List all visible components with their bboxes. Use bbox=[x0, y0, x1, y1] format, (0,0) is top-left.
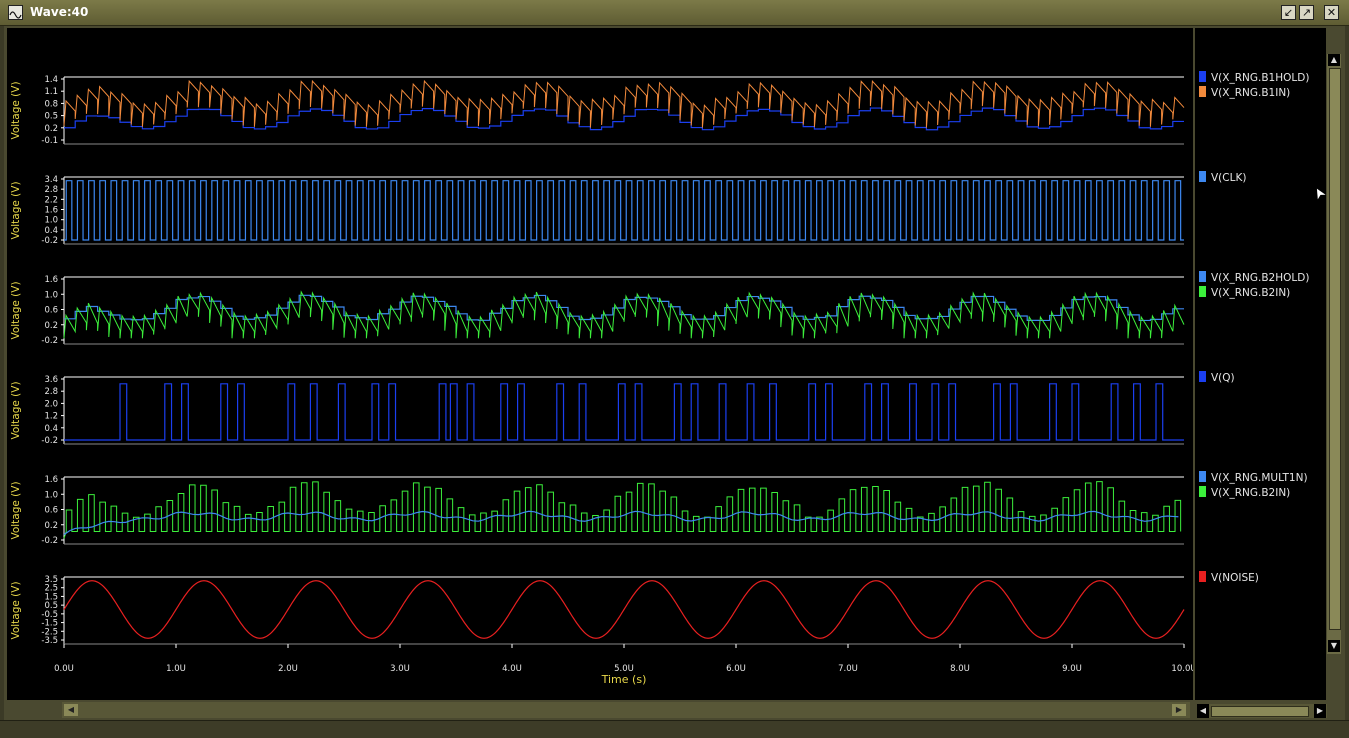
legend-item[interactable]: V(X_RNG.B2IN) bbox=[1199, 486, 1290, 499]
legend-item[interactable]: V(X_RNG.B2HOLD) bbox=[1199, 271, 1309, 284]
legend-label: V(CLK) bbox=[1211, 172, 1247, 184]
y-tick-label: -0.2 bbox=[41, 336, 58, 346]
y-tick-label: 1.1 bbox=[44, 87, 58, 97]
y-tick-label: 1.6 bbox=[44, 206, 58, 216]
y-tick-label: -0.2 bbox=[41, 536, 58, 546]
legend-swatch bbox=[1199, 171, 1206, 182]
y-tick-label: 0.8 bbox=[44, 99, 58, 109]
series-q-line bbox=[64, 383, 1184, 441]
legend-label: V(X_RNG.B2IN) bbox=[1211, 487, 1291, 499]
y-axis-label: Voltage (V) bbox=[10, 281, 22, 339]
legend-panel: V(X_RNG.B1HOLD) V(X_RNG.B1IN) V(CLK) V(X_RN… bbox=[1195, 28, 1330, 700]
title-bar[interactable]: Wave:40 ↙ ↗ ✕ bbox=[0, 0, 1349, 26]
legend-scroll-right-icon[interactable]: ▶ bbox=[1314, 704, 1326, 718]
legend-item[interactable]: V(NOISE) bbox=[1199, 571, 1259, 584]
x-tick-label: 6.0U bbox=[726, 664, 746, 674]
y-tick-label: 1.4 bbox=[44, 75, 58, 85]
legend-scroll-thumb[interactable] bbox=[1211, 706, 1309, 717]
y-tick-label: 1.0 bbox=[44, 216, 58, 226]
waveform-icon bbox=[8, 5, 23, 20]
y-axis-label: Voltage (V) bbox=[10, 381, 22, 439]
y-tick-label: 0.6 bbox=[44, 306, 58, 316]
legend-item[interactable]: V(X_RNG.B1IN) bbox=[1199, 86, 1290, 99]
y-tick-label: 2.2 bbox=[44, 195, 58, 205]
scroll-up-icon[interactable]: ▲ bbox=[1328, 54, 1340, 66]
x-tick-label: 1.0U bbox=[166, 664, 186, 674]
legend-swatch bbox=[1199, 571, 1206, 582]
legend-swatch bbox=[1199, 71, 1206, 82]
y-tick-label: 0.6 bbox=[44, 506, 58, 516]
x-tick-label: 4.0U bbox=[502, 664, 522, 674]
series-clk-line bbox=[64, 180, 1184, 241]
legend-swatch bbox=[1199, 271, 1206, 282]
scroll-right-icon[interactable]: ▶ bbox=[1172, 704, 1186, 716]
legend-swatch bbox=[1199, 286, 1206, 297]
y-tick-label: 3.6 bbox=[44, 375, 58, 385]
y-tick-label: -0.2 bbox=[41, 436, 58, 446]
y-tick-label: 1.0 bbox=[44, 490, 58, 500]
legend-label: V(X_RNG.B1IN) bbox=[1211, 87, 1291, 99]
legend-label: V(X_RNG.B2IN) bbox=[1211, 287, 1291, 299]
y-tick-label: 1.6 bbox=[44, 275, 58, 285]
y-tick-label: -0.1 bbox=[41, 136, 58, 146]
y-tick-label: 1.6 bbox=[44, 475, 58, 485]
y-axis-label: Voltage (V) bbox=[10, 581, 22, 639]
scroll-down-icon[interactable]: ▼ bbox=[1328, 640, 1340, 652]
y-tick-label: 0.5 bbox=[44, 112, 58, 122]
y-tick-label: 1.2 bbox=[44, 412, 58, 422]
y-tick-label: 0.4 bbox=[44, 424, 58, 434]
y-axis-label: Voltage (V) bbox=[10, 81, 22, 139]
y-tick-label: 2.0 bbox=[44, 399, 58, 409]
close-icon[interactable]: ✕ bbox=[1324, 5, 1339, 20]
y-tick-label: 0.2 bbox=[44, 321, 58, 331]
y-tick-label: 1.0 bbox=[44, 290, 58, 300]
x-axis-label: Time (s) bbox=[601, 673, 647, 686]
legend-swatch bbox=[1199, 471, 1206, 482]
x-tick-label: 10.0U bbox=[1171, 664, 1193, 674]
vertical-scrollbar[interactable]: ▲ ▼ bbox=[1327, 54, 1341, 654]
x-tick-label: 7.0U bbox=[838, 664, 858, 674]
legend-swatch bbox=[1199, 371, 1206, 382]
legend-swatch bbox=[1199, 86, 1206, 97]
legend-horizontal-scrollbar[interactable]: ◀ ▶ bbox=[1197, 704, 1327, 718]
y-tick-label: 2.8 bbox=[44, 387, 58, 397]
y-tick-label: -0.2 bbox=[41, 236, 58, 246]
y-tick-label: 2.8 bbox=[44, 185, 58, 195]
legend-label: V(X_RNG.B1HOLD) bbox=[1211, 72, 1310, 84]
waveform-plot-area[interactable]: Voltage (V) 1.4 1.1 0.8 0.5 0.2 -0.1 Voltage (V… bbox=[7, 28, 1197, 700]
x-tick-label: 8.0U bbox=[950, 664, 970, 674]
vertical-scroll-thumb[interactable] bbox=[1329, 68, 1341, 630]
legend-label: V(NOISE) bbox=[1211, 572, 1259, 584]
scroll-left-icon[interactable]: ◀ bbox=[64, 704, 78, 716]
y-tick-label: 0.2 bbox=[44, 521, 58, 531]
y-tick-label: -3.5 bbox=[41, 636, 58, 646]
y-axis-label: Voltage (V) bbox=[10, 181, 22, 239]
y-axis-label: Voltage (V) bbox=[10, 481, 22, 539]
legend-item[interactable]: V(X_RNG.B2IN) bbox=[1199, 286, 1290, 299]
window-title: Wave:40 bbox=[30, 5, 89, 19]
minimize-icon[interactable]: ↙ bbox=[1281, 5, 1296, 20]
legend-item[interactable]: V(X_RNG.MULT1N) bbox=[1199, 471, 1308, 484]
status-bar bbox=[0, 720, 1349, 738]
legend-item[interactable]: V(Q) bbox=[1199, 371, 1235, 384]
legend-label: V(X_RNG.MULT1N) bbox=[1211, 472, 1308, 484]
y-tick-label: 3.4 bbox=[44, 175, 58, 185]
legend-item[interactable]: V(X_RNG.B1HOLD) bbox=[1199, 71, 1309, 84]
legend-item[interactable]: V(CLK) bbox=[1199, 171, 1246, 184]
x-tick-label: 2.0U bbox=[278, 664, 298, 674]
legend-label: V(Q) bbox=[1211, 372, 1235, 384]
x-tick-label: 0.0U bbox=[54, 664, 74, 674]
legend-swatch bbox=[1199, 486, 1206, 497]
x-tick-label: 3.0U bbox=[390, 664, 410, 674]
legend-scroll-left-icon[interactable]: ◀ bbox=[1197, 704, 1209, 718]
series-b2in-line-2 bbox=[63, 481, 1182, 539]
legend-label: V(X_RNG.B2HOLD) bbox=[1211, 272, 1310, 284]
restore-icon[interactable]: ↗ bbox=[1299, 5, 1314, 20]
y-tick-label: 0.4 bbox=[44, 226, 58, 236]
x-tick-label: 9.0U bbox=[1062, 664, 1082, 674]
series-noise-line bbox=[63, 580, 1185, 639]
horizontal-scrollbar[interactable]: ◀ ▶ bbox=[62, 702, 1190, 718]
y-tick-label: 0.2 bbox=[44, 124, 58, 134]
